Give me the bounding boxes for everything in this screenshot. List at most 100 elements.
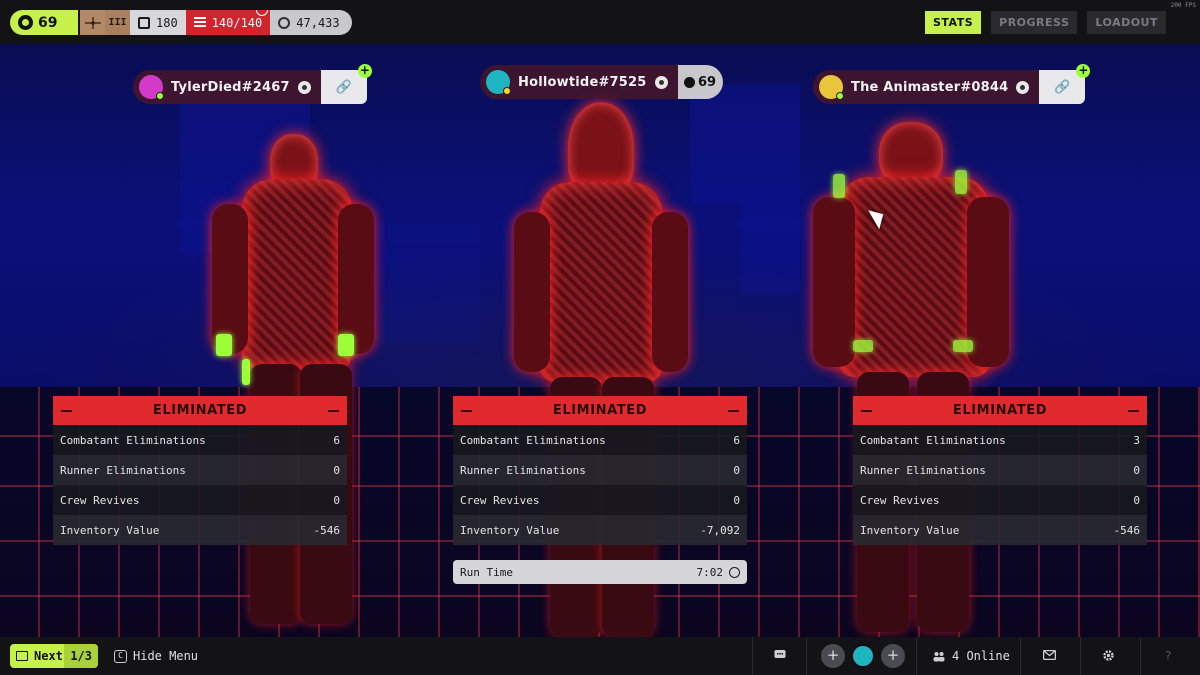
next-label: Next (34, 649, 63, 663)
vault-value: 180 (156, 15, 178, 30)
player-plate-1: TylerDied#2467 🔗 + (133, 64, 372, 104)
online-count: 4 Online (952, 649, 1010, 663)
stat-label: Combatant Eliminations (860, 433, 1006, 447)
chat-icon[interactable] (774, 649, 786, 665)
bottom-bar: Next 1/3 C Hide Menu + + 4 Online ? (0, 637, 1200, 675)
run-time-label: Run Time (460, 565, 513, 579)
stat-label: Combatant Eliminations (460, 433, 606, 447)
level-icon (18, 15, 33, 30)
tab-progress[interactable]: PROGRESS (991, 11, 1078, 34)
status-header[interactable]: ELIMINATED (853, 396, 1147, 425)
clock-icon (729, 567, 740, 578)
run-time-bar: Run Time 7:02 (453, 560, 747, 584)
help-icon[interactable]: ? (1165, 649, 1171, 663)
player-name-tag[interactable]: Hollowtide#7525 (480, 65, 678, 99)
stat-label: Runner Eliminations (460, 463, 586, 477)
collapse-icon (1128, 409, 1139, 412)
mail-icon[interactable] (1042, 649, 1057, 664)
player-level: 69 (697, 74, 717, 90)
settings-gear-icon[interactable] (1102, 649, 1115, 666)
link-icon: 🔗 (1054, 79, 1071, 95)
stat-value: 0 (733, 493, 740, 507)
stat-row: Combatant Eliminations 6 (53, 425, 347, 455)
runner-figure-right (805, 122, 1015, 637)
online-friends-button[interactable]: 4 Online (933, 649, 1010, 663)
collapse-icon (328, 409, 339, 412)
stat-row: Combatant Eliminations 6 (453, 425, 747, 455)
online-indicator (836, 92, 844, 100)
fps-counter: 200 FPS (1170, 2, 1196, 9)
avatar (819, 75, 844, 100)
divider (806, 637, 807, 675)
people-icon (933, 651, 945, 661)
stat-row: Inventory Value -546 (853, 515, 1147, 545)
credits-value: 47,433 (296, 15, 340, 30)
stat-row: Inventory Value -7,092 (453, 515, 747, 545)
rank-tier: III (105, 10, 130, 35)
stats-panel-2: ELIMINATED Combatant Eliminations 6 Runne… (453, 396, 747, 545)
player-plate-2: Hollowtide#7525 69 (480, 65, 723, 99)
stat-value: 3 (1133, 433, 1140, 447)
invite-left-button[interactable]: + (821, 644, 845, 668)
next-button[interactable]: Next 1/3 (10, 644, 98, 668)
tab-stats[interactable]: STATS (924, 11, 982, 34)
link-button[interactable]: 🔗 + (320, 64, 372, 104)
add-friend-icon[interactable]: + (357, 64, 372, 78)
hide-menu-button[interactable]: C Hide Menu (114, 649, 198, 663)
divider (1140, 637, 1141, 675)
divider (1080, 637, 1081, 675)
divider (1020, 637, 1021, 675)
scene-background (0, 44, 1200, 637)
status-title: ELIMINATED (152, 403, 248, 418)
link-button[interactable]: 🔗 + (1039, 64, 1091, 104)
vault-count[interactable]: 180 (130, 10, 186, 35)
keyboard-icon (16, 651, 28, 661)
inventory-icon (193, 16, 206, 29)
status-header[interactable]: ELIMINATED (53, 396, 347, 425)
stat-value: -7,092 (700, 523, 740, 537)
avatar (139, 75, 164, 100)
runner-figure-left (200, 124, 380, 637)
player-level: 69 (38, 14, 58, 31)
invite-right-button[interactable]: + (881, 644, 905, 668)
stat-row: Combatant Eliminations 3 (853, 425, 1147, 455)
stat-label: Inventory Value (860, 523, 960, 537)
stat-label: Crew Revives (60, 493, 140, 507)
stat-label: Crew Revives (460, 493, 540, 507)
stat-label: Runner Eliminations (60, 463, 186, 477)
stat-label: Crew Revives (860, 493, 940, 507)
player-level-badge: 69 (10, 10, 78, 35)
stat-row: Crew Revives 0 (453, 485, 747, 515)
player-name-tag[interactable]: TylerDied#2467 (133, 70, 321, 104)
stats-panel-1: ELIMINATED Combatant Eliminations 6 Runne… (53, 396, 347, 545)
runner-figure-center (510, 102, 690, 637)
stat-label: Inventory Value (60, 523, 160, 537)
next-count: 1/3 (64, 644, 98, 668)
stat-value: 6 (733, 433, 740, 447)
vault-icon (138, 16, 150, 29)
player-name-tag[interactable]: The Animaster#0844 (813, 70, 1040, 104)
tab-bar: STATS PROGRESS LOADOUT (924, 11, 1166, 34)
player-plate-3: The Animaster#0844 🔗 + (813, 64, 1091, 104)
status-title: ELIMINATED (952, 403, 1048, 418)
stats-panel-3: ELIMINATED Combatant Eliminations 3 Runne… (853, 396, 1147, 545)
rank-icon (80, 10, 105, 35)
tab-loadout[interactable]: LOADOUT (1087, 11, 1166, 34)
self-avatar[interactable] (851, 644, 875, 668)
level-icon (683, 76, 695, 88)
collapse-icon (461, 409, 472, 412)
stat-value: -546 (313, 523, 341, 537)
stat-row: Runner Eliminations 0 (853, 455, 1147, 485)
hide-menu-key: C (114, 649, 127, 663)
stat-label: Runner Eliminations (860, 463, 986, 477)
avatar (486, 70, 511, 95)
credits-count[interactable]: 47,433 (270, 10, 352, 35)
run-time-value: 7:02 (696, 565, 724, 579)
background-block (690, 84, 800, 204)
currency-bar: III 180 140/140 47,433 (80, 10, 352, 35)
inventory-count[interactable]: 140/140 (185, 10, 271, 35)
stat-label: Combatant Eliminations (60, 433, 206, 447)
status-header[interactable]: ELIMINATED (453, 396, 747, 425)
top-bar: 69 III 180 140/140 47,433 STATS PROGRESS… (0, 0, 1200, 44)
stat-row: Inventory Value -546 (53, 515, 347, 545)
